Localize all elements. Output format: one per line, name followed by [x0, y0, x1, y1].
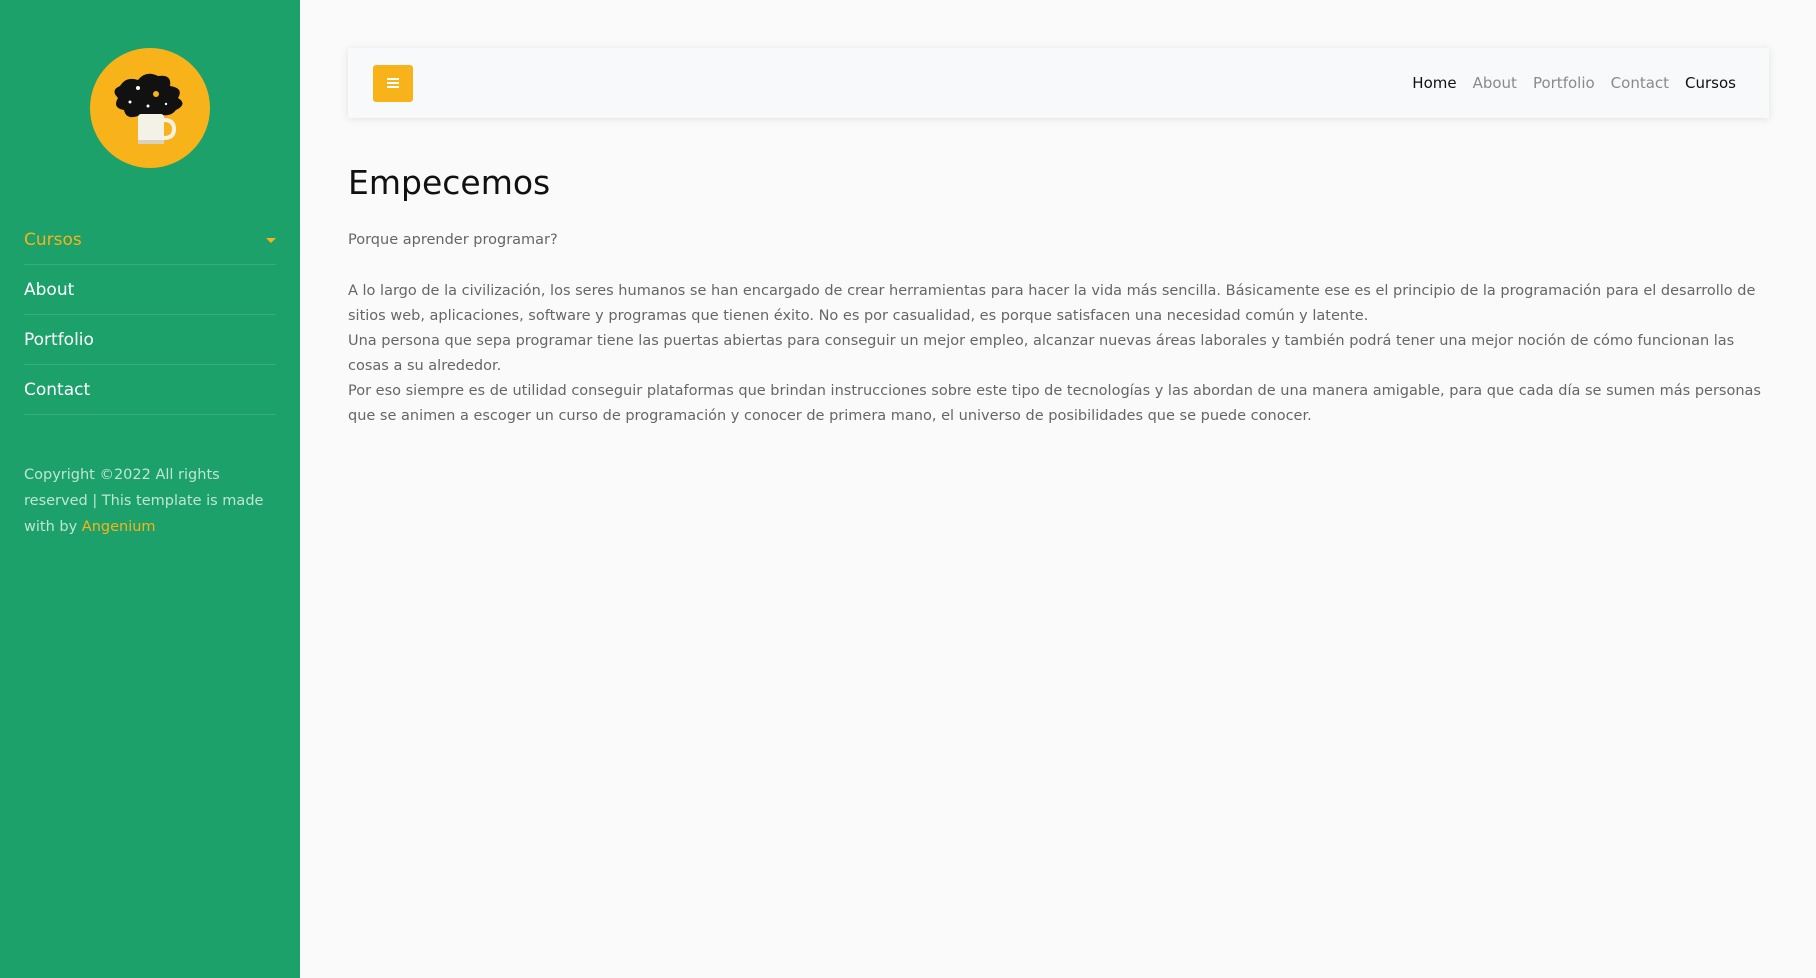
nav-link-home[interactable]: Home — [1412, 74, 1456, 92]
nav-link-portfolio[interactable]: Portfolio — [1533, 74, 1595, 92]
sidebar-item-label: Portfolio — [24, 330, 94, 350]
caret-down-icon — [266, 238, 276, 243]
page-title: Empecemos — [348, 163, 551, 202]
paragraph-1: A lo largo de la civilización, los seres… — [348, 283, 1756, 324]
nav-link-cursos[interactable]: Cursos — [1685, 74, 1736, 92]
sidebar-footer: Copyright ©2022 All rights reserved | Th… — [24, 462, 280, 540]
sidebar-item-portfolio[interactable]: Portfolio — [24, 315, 276, 365]
top-nav-links: Home About Portfolio Contact Cursos — [1412, 48, 1736, 118]
main-content: Empecemos Porque aprender programar? A l… — [348, 160, 1769, 429]
sidebar-item-about[interactable]: About — [24, 265, 276, 315]
sidebar: Cursos About Portfolio Contact Copyright… — [0, 0, 300, 978]
nav-link-about[interactable]: About — [1473, 74, 1517, 92]
coffee-mug-galaxy-logo-icon — [114, 73, 183, 144]
sidebar-nav: Cursos About Portfolio Contact — [24, 215, 276, 415]
angenium-link[interactable]: Angenium — [82, 519, 156, 535]
paragraph-3: Por eso siempre es de utilidad conseguir… — [348, 383, 1761, 424]
paragraph-2: Una persona que sepa programar tiene las… — [348, 333, 1735, 374]
menu-toggle-button[interactable] — [373, 65, 413, 102]
top-navbar: Home About Portfolio Contact Cursos — [348, 48, 1769, 118]
sidebar-item-cursos[interactable]: Cursos — [24, 215, 276, 265]
sidebar-item-label: Contact — [24, 380, 91, 400]
nav-link-contact[interactable]: Contact — [1611, 74, 1669, 92]
sidebar-item-label: Cursos — [24, 230, 82, 250]
sidebar-item-contact[interactable]: Contact — [24, 365, 276, 415]
sidebar-item-label: About — [24, 280, 75, 300]
page-subtitle: Porque aprender programar? — [348, 232, 558, 248]
logo[interactable] — [90, 48, 210, 168]
body-paragraph: A lo largo de la civilización, los seres… — [348, 279, 1769, 429]
